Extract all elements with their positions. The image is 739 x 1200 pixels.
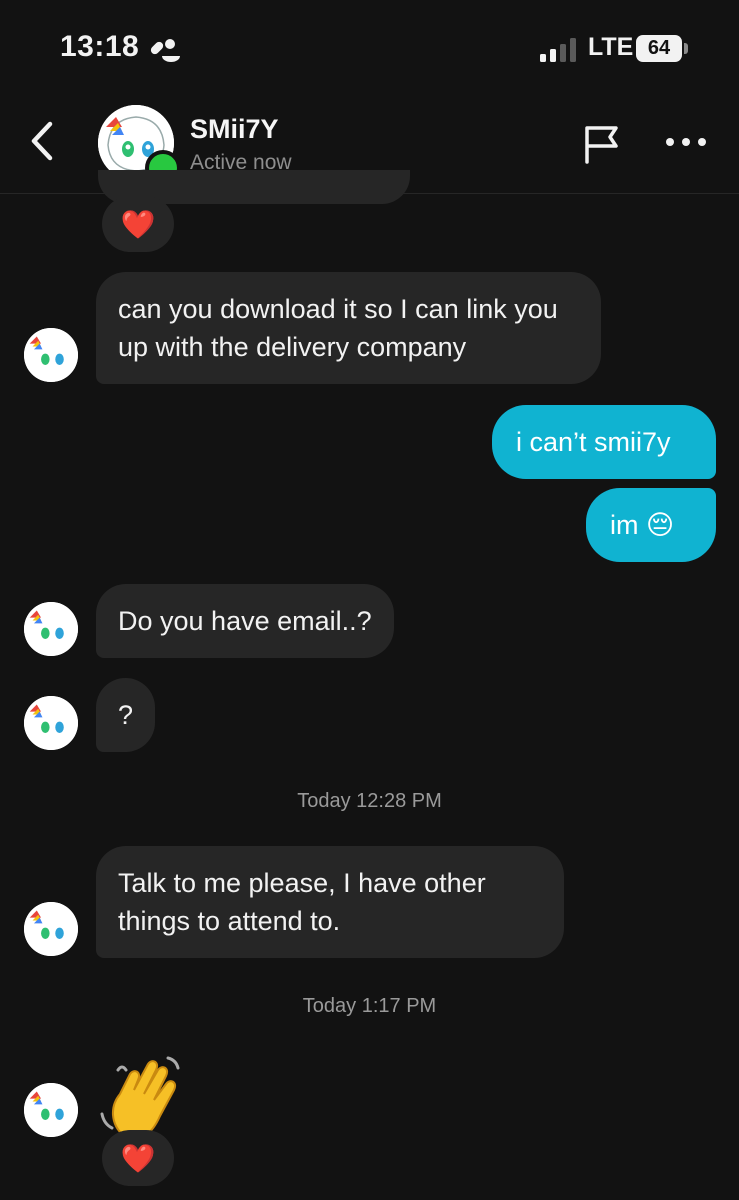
incoming-message[interactable]: Talk to me please, I have other things t… <box>96 846 564 958</box>
avatar-art-icon <box>24 902 78 956</box>
avatar-art-icon <box>24 602 78 656</box>
focus-mode-icon <box>150 39 180 62</box>
battery-indicator: 64 <box>636 35 682 62</box>
heart-reaction[interactable]: ❤️ <box>102 1130 174 1186</box>
contact-name[interactable]: SMii7Y <box>190 114 279 145</box>
timestamp: Today 1:17 PM <box>302 995 437 1017</box>
network-type: LTE <box>588 33 634 61</box>
sender-avatar[interactable] <box>24 1083 78 1137</box>
sender-avatar[interactable] <box>24 328 78 382</box>
status-time: 13:18 <box>60 30 140 63</box>
sender-avatar[interactable] <box>24 902 78 956</box>
incoming-message[interactable]: can you download it so I can link you up… <box>96 272 601 384</box>
timestamp: Today 12:28 PM <box>297 790 442 812</box>
incoming-message[interactable]: ? <box>96 678 156 752</box>
flag-icon[interactable] <box>580 122 624 166</box>
battery-tip <box>684 43 688 54</box>
more-icon[interactable] <box>664 134 708 150</box>
outgoing-message[interactable]: im 😔 <box>586 488 716 562</box>
avatar-art-icon <box>24 696 78 750</box>
sender-avatar[interactable] <box>24 602 78 656</box>
avatar-art-icon <box>24 328 78 382</box>
heart-reaction[interactable]: ❤️ <box>102 196 174 252</box>
signal-icon <box>540 38 576 62</box>
incoming-message[interactable]: Do you have email..? <box>96 584 394 658</box>
avatar-art-icon <box>24 1083 78 1137</box>
back-icon[interactable] <box>26 120 60 162</box>
sender-avatar[interactable] <box>24 696 78 750</box>
status-bar: 13:18 LTE 64 <box>0 0 739 100</box>
heart-icon: ❤️ <box>120 1142 156 1174</box>
outgoing-message[interactable]: i can’t smii7y <box>492 405 716 479</box>
heart-icon: ❤️ <box>120 208 156 240</box>
